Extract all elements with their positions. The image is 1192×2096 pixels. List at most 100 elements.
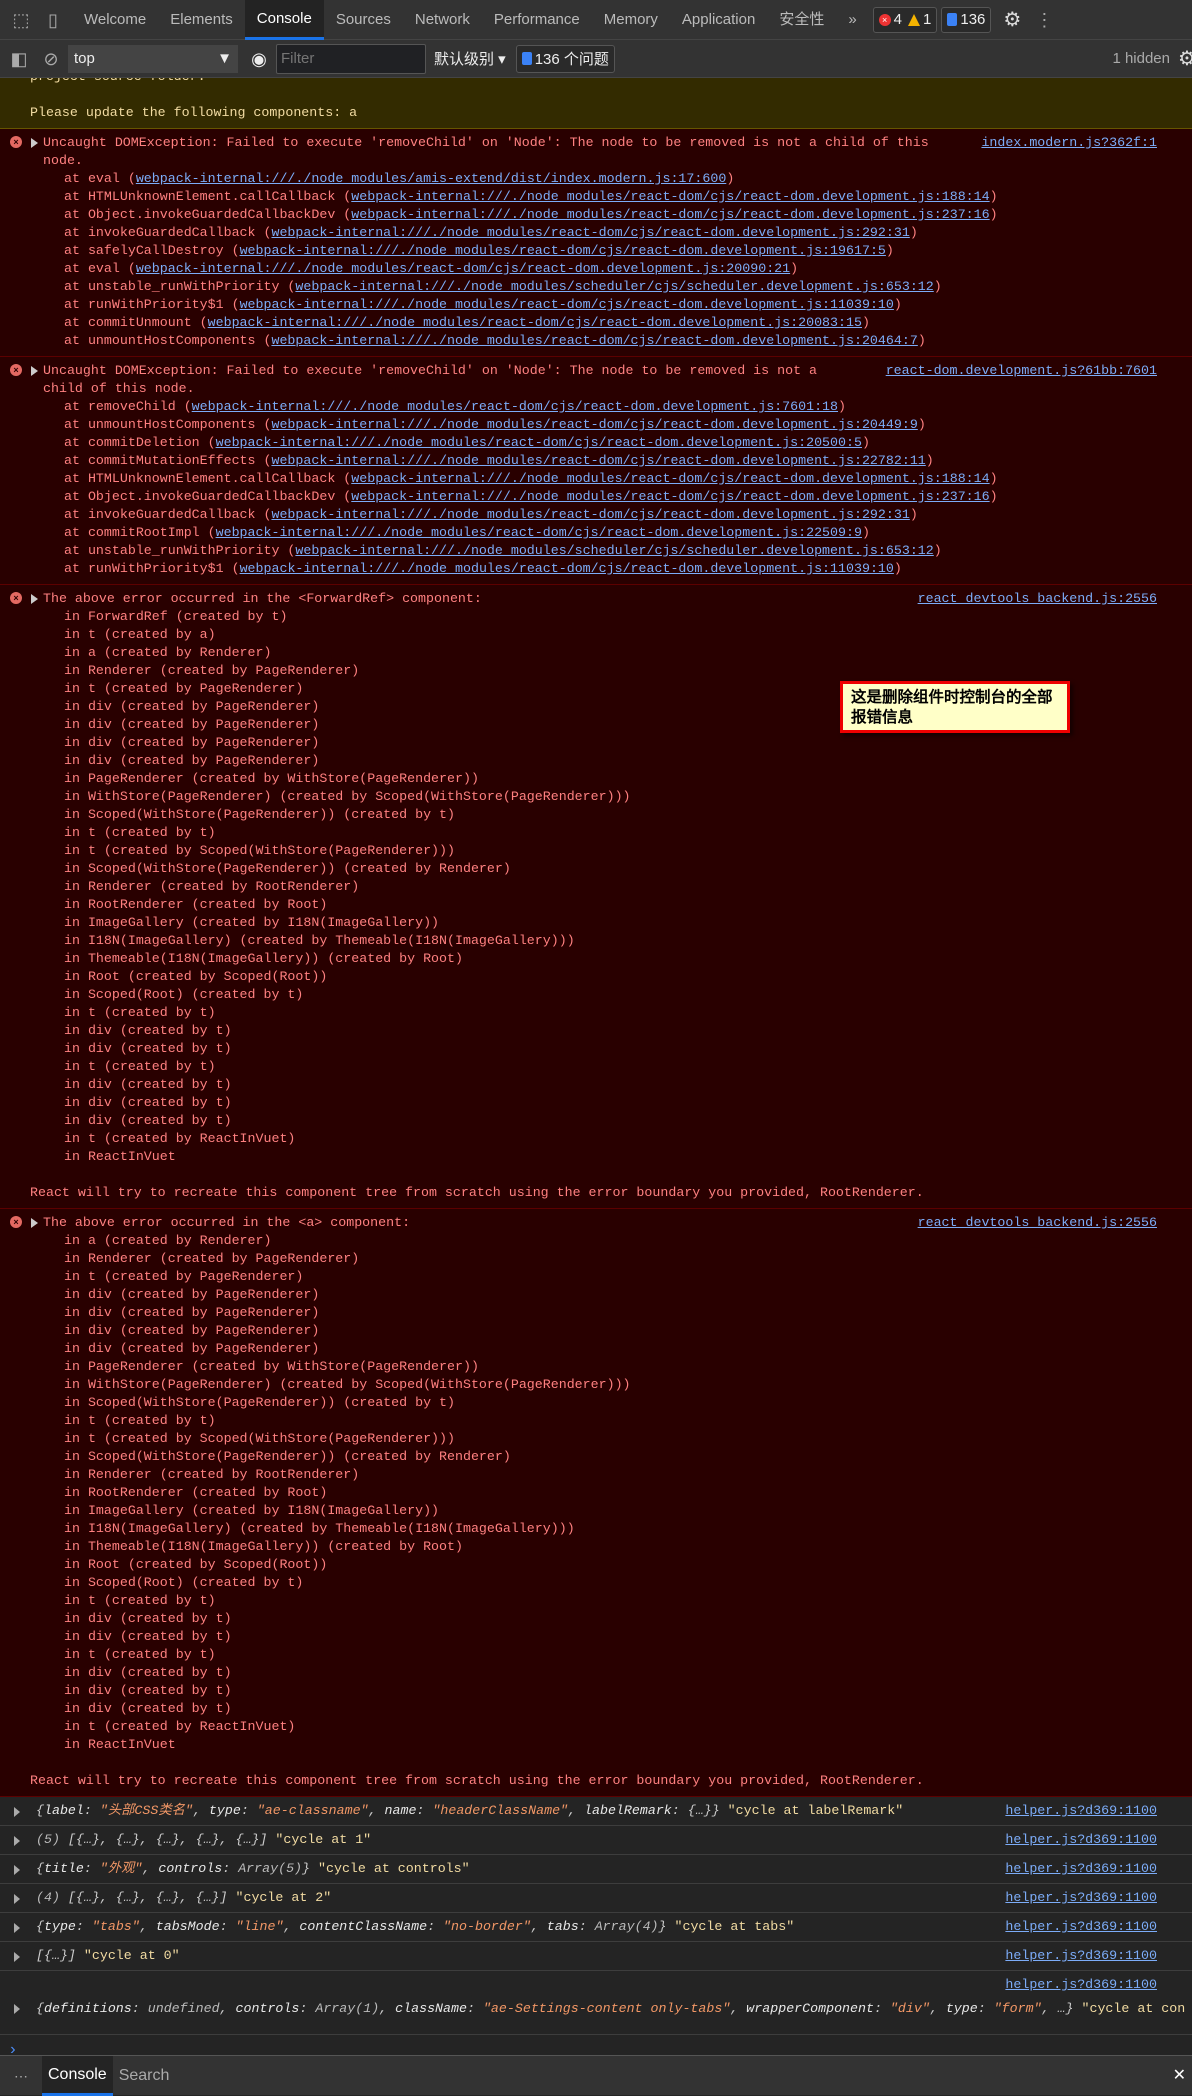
error-message: × react_devtools_backend.js:2556 The above… <box>0 585 1192 1209</box>
stack-frame-link[interactable]: webpack-internal:///./node_modules/react… <box>351 489 989 504</box>
component-stack-line: in ReactInVuet <box>64 1149 176 1164</box>
preview-token: : <box>299 2001 316 2016</box>
expand-triangle-icon[interactable] <box>14 1836 20 1846</box>
tab-performance[interactable]: Performance <box>482 0 592 40</box>
console-prompt[interactable]: › <box>0 2035 1192 2055</box>
source-link[interactable]: helper.js?d369:1100 <box>997 1831 1157 1849</box>
console-settings-icon[interactable]: ⚙ <box>1176 48 1192 70</box>
tab-sources[interactable]: Sources <box>324 0 403 40</box>
expand-triangle-icon[interactable] <box>31 138 38 148</box>
component-stack-line: in Themeable(I18N(ImageGallery)) (create… <box>64 951 463 966</box>
stack-frame-link[interactable]: webpack-internal:///./node_modules/react… <box>351 189 989 204</box>
stack-frame-link[interactable]: webpack-internal:///./node_modules/react… <box>271 225 909 240</box>
drawer-tab-console[interactable]: Console <box>42 2055 113 2096</box>
error-footer: React will try to recreate this componen… <box>30 1185 924 1200</box>
object-preview[interactable]: {title: "外观", controls: Array(5)} "cycle… <box>36 1860 1032 1878</box>
preview-token: "cycle at tabs" <box>666 1919 795 1934</box>
expand-triangle-icon[interactable] <box>14 1894 20 1904</box>
stack-frame-link[interactable]: webpack-internal:///./node_modules/react… <box>271 417 917 432</box>
inspect-element-icon[interactable]: ⬚ <box>10 9 32 31</box>
close-drawer-icon[interactable]: ✕ <box>1167 2056 1192 2096</box>
object-preview[interactable]: {label: "头部CSS类名", type: "ae-classname",… <box>36 1802 1032 1820</box>
tab-welcome[interactable]: Welcome <box>72 0 158 40</box>
customize-icon[interactable]: ⋮ <box>1033 9 1055 31</box>
stack-paren: ) <box>933 279 942 294</box>
stack-frame-link[interactable]: webpack-internal:///./node_modules/react… <box>240 297 894 312</box>
device-toolbar-icon[interactable]: ▯ <box>42 9 64 31</box>
log-level-dropdown[interactable]: 默认级别 ▾ <box>434 48 506 69</box>
clear-console-icon[interactable]: ⊘ <box>40 48 62 70</box>
stack-paren: ) <box>989 471 998 486</box>
object-preview[interactable]: {type: "tabs", tabsMode: "line", content… <box>36 1918 1032 1936</box>
stack-frame-link[interactable]: webpack-internal:///./node_modules/react… <box>271 453 925 468</box>
sidebar-toggle-icon[interactable]: ◧ <box>8 48 30 70</box>
expand-triangle-icon[interactable] <box>31 594 38 604</box>
stack-function: at removeChild ( <box>64 399 192 414</box>
source-link[interactable]: react-dom.development.js?61bb:7601 <box>877 362 1157 380</box>
issues-button[interactable]: 136 个问题 <box>515 44 615 73</box>
expand-triangle-icon[interactable] <box>31 366 38 376</box>
issues-badge[interactable]: 136 <box>941 6 992 33</box>
source-link[interactable]: helper.js?d369:1100 <box>997 1918 1157 1936</box>
source-link[interactable]: react_devtools_backend.js:2556 <box>909 1214 1157 1232</box>
error-warning-badge[interactable]: × 4 1 <box>872 6 938 33</box>
preview-token: tabs <box>546 1919 579 1934</box>
tab-memory[interactable]: Memory <box>592 0 670 40</box>
stack-frame-link[interactable]: webpack-internal:///./node_modules/sched… <box>295 279 933 294</box>
filter-input[interactable] <box>276 43 426 74</box>
expand-triangle-icon[interactable] <box>14 1952 20 1962</box>
tab-console[interactable]: Console <box>244 0 324 40</box>
console-toolbar: ◧ ⊘ top ▼ ◉ 默认级别 ▾ 136 个问题 1 hidden ⚙ <box>0 40 1192 78</box>
source-link[interactable]: index.modern.js?362f:1 <box>973 134 1157 152</box>
stack-frame-link[interactable]: webpack-internal:///./node_modules/react… <box>192 399 838 414</box>
component-stack-line: in Scoped(WithStore(PageRenderer)) (crea… <box>64 1449 511 1464</box>
stack-frame-link[interactable]: webpack-internal:///./node_modules/react… <box>271 507 909 522</box>
source-link[interactable]: helper.js?d369:1100 <box>997 1976 1157 1994</box>
source-link[interactable]: helper.js?d369:1100 <box>997 1860 1157 1878</box>
preview-token: (5) <box>36 1832 68 1847</box>
stack-frame-link[interactable]: webpack-internal:///./node_modules/react… <box>216 435 862 450</box>
expand-triangle-icon[interactable] <box>14 1865 20 1875</box>
stack-frame-link[interactable]: webpack-internal:///./node_modules/amis-… <box>136 171 726 186</box>
stack-frame-link[interactable]: webpack-internal:///./node_modules/react… <box>208 315 862 330</box>
expand-triangle-icon[interactable] <box>14 1807 20 1817</box>
drawer-tab-search[interactable]: Search <box>113 2056 176 2096</box>
object-preview[interactable]: (5) [{…}, {…}, {…}, {…}, {…}] "cycle at … <box>36 1831 1032 1849</box>
source-link[interactable]: helper.js?d369:1100 <box>997 1802 1157 1820</box>
stack-frame-link[interactable]: webpack-internal:///./node_modules/react… <box>136 261 790 276</box>
source-link[interactable]: helper.js?d369:1100 <box>997 1947 1157 1965</box>
object-preview[interactable]: [{…}] "cycle at 0" <box>36 1947 1032 1965</box>
stack-frame-link[interactable]: webpack-internal:///./node_modules/react… <box>351 471 989 486</box>
drawer-more-icon[interactable]: ⋯ <box>0 2056 42 2096</box>
stack-frame-link[interactable]: webpack-internal:///./node_modules/react… <box>271 333 917 348</box>
tab-network[interactable]: Network <box>403 0 482 40</box>
more-tabs-button[interactable]: » <box>836 0 868 40</box>
stack-frame-link[interactable]: webpack-internal:///./node_modules/sched… <box>295 543 933 558</box>
stack-function: at Object.invokeGuardedCallbackDev ( <box>64 489 352 504</box>
tab-application[interactable]: Application <box>670 0 767 40</box>
stack-frame-link[interactable]: webpack-internal:///./node_modules/react… <box>240 243 886 258</box>
warning-line <box>30 86 1192 104</box>
settings-icon[interactable]: ⚙ <box>1001 9 1023 31</box>
object-preview[interactable]: (4) [{…}, {…}, {…}, {…}] "cycle at 2" <box>36 1889 1032 1907</box>
object-preview[interactable]: {definitions: undefined, controls: Array… <box>36 1999 1192 2017</box>
expand-triangle-icon[interactable] <box>14 2004 20 2014</box>
tab-elements[interactable]: Elements <box>158 0 245 40</box>
tab-安全性[interactable]: 安全性 <box>767 0 836 40</box>
component-stack-line: in div (created by t) <box>64 1665 232 1680</box>
stack-frame-link[interactable]: webpack-internal:///./node_modules/react… <box>216 525 862 540</box>
preview-token: : <box>427 1919 444 1934</box>
component-stack-line: in I18N(ImageGallery) (created by Themea… <box>64 1521 575 1536</box>
preview-token: title <box>43 1861 84 1876</box>
stack-frame-link[interactable]: webpack-internal:///./node_modules/react… <box>240 561 894 576</box>
expand-triangle-icon[interactable] <box>31 1218 38 1228</box>
error-text: node. <box>43 153 83 168</box>
context-selector[interactable]: top ▼ <box>68 44 238 73</box>
preview-token: : <box>75 1919 92 1934</box>
live-expression-eye-icon[interactable]: ◉ <box>248 48 270 70</box>
expand-triangle-icon[interactable] <box>14 1923 20 1933</box>
source-link[interactable]: react_devtools_backend.js:2556 <box>909 590 1157 608</box>
component-stack-line: in Themeable(I18N(ImageGallery)) (create… <box>64 1539 463 1554</box>
source-link[interactable]: helper.js?d369:1100 <box>997 1889 1157 1907</box>
stack-frame-link[interactable]: webpack-internal:///./node_modules/react… <box>351 207 989 222</box>
